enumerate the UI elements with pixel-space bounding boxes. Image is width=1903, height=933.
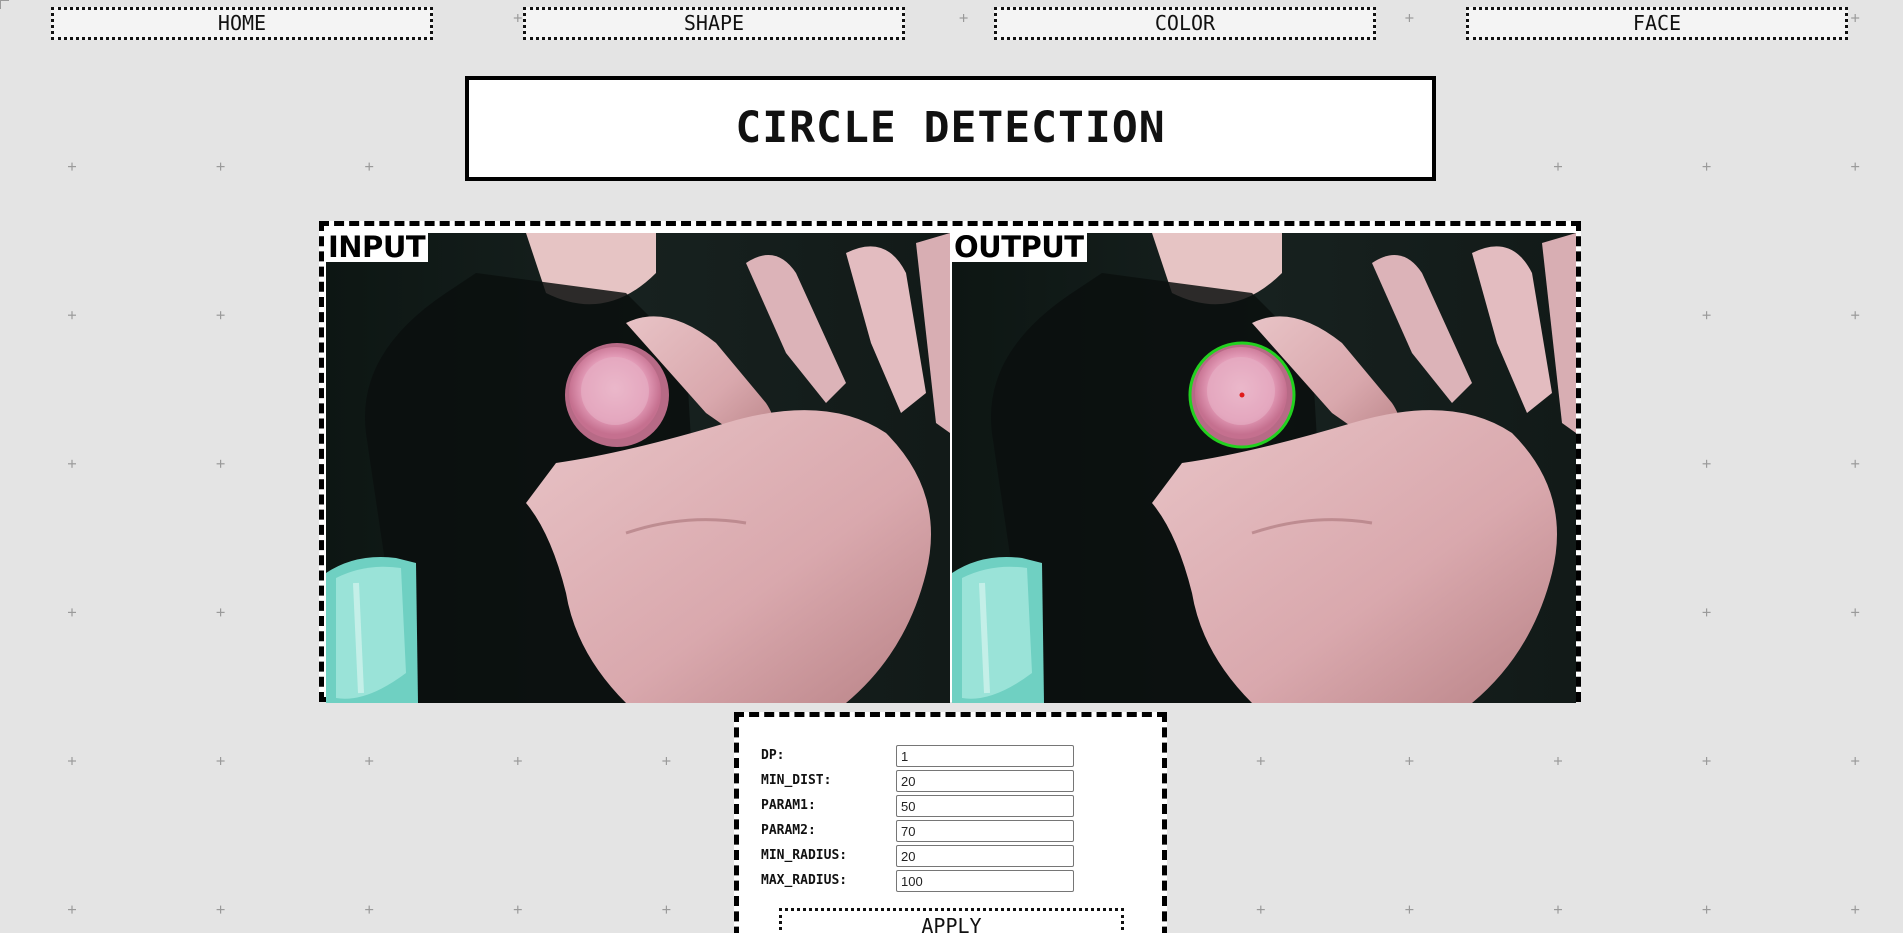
grid-cross (1702, 757, 1711, 765)
output-camera-image (952, 233, 1576, 703)
grid-cross (1554, 905, 1562, 914)
grid-cross (513, 757, 522, 765)
grid-cross (1702, 162, 1711, 171)
grid-cross (1405, 757, 1414, 765)
grid-cross (959, 14, 968, 22)
grid-cross (365, 162, 374, 171)
grid-cross (1851, 608, 1860, 617)
grid-cross (216, 162, 225, 171)
output-label: OUTPUT (952, 233, 1087, 262)
grid-cross (68, 311, 76, 320)
grid-cross (1256, 757, 1265, 765)
grid-cross (1554, 162, 1562, 171)
output-pane: OUTPUT (952, 233, 1576, 703)
detected-circle-center (1239, 392, 1245, 398)
grid-cross (216, 757, 225, 765)
grid-cross (1702, 905, 1711, 914)
grid-cross (1851, 459, 1860, 468)
grid-cross (1851, 14, 1860, 22)
max-radius-input[interactable] (896, 870, 1074, 892)
apply-button[interactable]: APPLY (779, 908, 1124, 933)
grid-cross (662, 905, 671, 914)
grid-cross (365, 905, 374, 914)
grid-cross (1702, 311, 1711, 320)
nav-home-button[interactable]: HOME (51, 7, 433, 40)
min-radius-label: MIN_RADIUS: (761, 848, 848, 863)
grid-cross (68, 905, 76, 914)
nav-shape-button[interactable]: SHAPE (523, 7, 905, 40)
grid-cross (1851, 311, 1860, 320)
input-pane: INPUT (326, 233, 950, 703)
grid-cross (216, 905, 225, 914)
dp-label: DP: (761, 748, 785, 763)
grid-cross (68, 757, 76, 765)
param2-input[interactable] (896, 820, 1074, 842)
min-dist-input[interactable] (896, 770, 1074, 792)
min-radius-input[interactable] (896, 845, 1074, 867)
grid-cross (68, 162, 76, 171)
page-title: CIRCLE DETECTION (465, 76, 1436, 181)
grid-cross (1702, 608, 1711, 617)
param-row-min-radius: MIN_RADIUS: (761, 845, 1161, 867)
grid-cross (68, 608, 76, 617)
grid-cross (216, 459, 225, 468)
grid-cross (365, 757, 374, 765)
grid-cross (216, 311, 225, 320)
param1-input[interactable] (896, 795, 1074, 817)
grid-cross (1256, 905, 1265, 914)
param-row-param2: PARAM2: (761, 820, 1161, 842)
grid-cross (1851, 905, 1860, 914)
param2-label: PARAM2: (761, 823, 816, 838)
grid-cross (68, 459, 76, 468)
param1-label: PARAM1: (761, 798, 816, 813)
grid-cross (513, 14, 522, 22)
camera-viewer: INPUT OUTPUT (319, 221, 1581, 703)
param-row-max-radius: MAX_RADIUS: (761, 870, 1161, 892)
grid-cross (1554, 757, 1562, 765)
param-row-param1: PARAM1: (761, 795, 1161, 817)
nav-face-button[interactable]: FACE (1466, 7, 1848, 40)
grid-cross (1702, 459, 1711, 468)
grid-cross (1405, 905, 1414, 914)
nav-color-button[interactable]: COLOR (994, 7, 1376, 40)
grid-cross (1851, 757, 1860, 765)
grid-cross (513, 905, 522, 914)
grid-cross (216, 608, 225, 617)
input-label: INPUT (326, 233, 429, 262)
max-radius-label: MAX_RADIUS: (761, 873, 848, 888)
param-row-min-dist: MIN_DIST: (761, 770, 1161, 792)
dp-input[interactable] (896, 745, 1074, 767)
input-camera-image (326, 233, 950, 703)
param-row-dp: DP: (761, 745, 1161, 767)
min-dist-label: MIN_DIST: (761, 773, 832, 788)
grid-cross (662, 757, 671, 765)
grid-cross (1851, 162, 1860, 171)
parameters-panel: DP: MIN_DIST: PARAM1: PARAM2: MIN_RADIUS… (734, 712, 1167, 933)
grid-cross (1405, 14, 1414, 22)
